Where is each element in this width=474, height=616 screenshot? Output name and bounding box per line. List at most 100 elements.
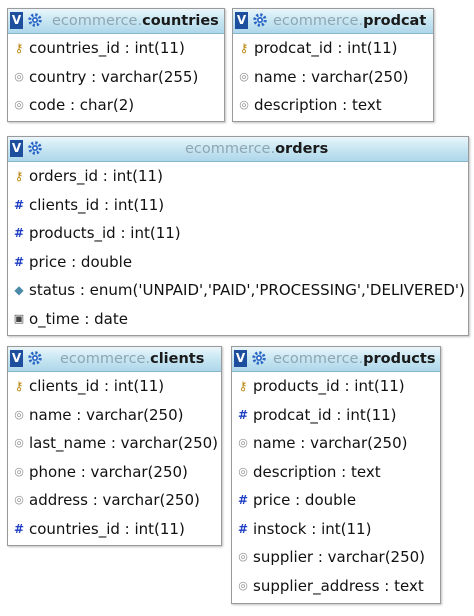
column-label: countries_id : int(11) — [29, 519, 185, 538]
date-field-icon: ▣ — [13, 311, 25, 325]
numeric-field-icon: # — [13, 197, 25, 212]
column-row[interactable]: ⚷ orders_id : int(11) — [8, 162, 468, 191]
column-row[interactable]: ◎ description : text — [232, 458, 440, 487]
table-header[interactable]: V ecommerce.clients — [8, 347, 221, 372]
column-list: ⚷ countries_id : int(11) ◎ country : varcha… — [8, 34, 224, 120]
text-field-icon: ◎ — [239, 69, 249, 83]
text-field-icon: ◎ — [238, 550, 248, 563]
table-orders[interactable]: V ecommerce.orders ⚷ orders_id : int(11) #… — [7, 136, 469, 336]
column-row[interactable]: ◎ phone : varchar(250) — [8, 458, 221, 487]
column-label: code : char(2) — [29, 96, 135, 114]
text-field-icon: ◎ — [14, 69, 24, 83]
table-header[interactable]: V ecommerce.countries — [8, 9, 224, 34]
numeric-field-icon: # — [237, 521, 249, 536]
toggle-columns-button[interactable]: V — [10, 12, 23, 29]
column-list: ⚷ clients_id : int(11) ◎ name : varchar(250… — [8, 372, 221, 543]
column-row[interactable]: # clients_id : int(11) — [8, 191, 468, 220]
gear-icon[interactable] — [27, 140, 43, 156]
table-title: ecommerce.orders — [185, 141, 329, 157]
text-field-icon: ◎ — [239, 98, 249, 111]
table-title: ecommerce.clients — [60, 351, 205, 367]
column-row[interactable]: ▣ o_time : date — [8, 305, 468, 334]
column-row[interactable]: ⚷ countries_id : int(11) — [8, 34, 224, 63]
column-label: status : enum('UNPAID','PAID','PROCESSIN… — [29, 281, 465, 299]
column-row[interactable]: ◎ name : varchar(250) — [233, 63, 433, 92]
column-row[interactable]: # instock : int(11) — [232, 515, 440, 544]
table-title: ecommerce.products — [273, 351, 436, 367]
column-label: instock : int(11) — [253, 519, 372, 538]
column-row[interactable]: ⚷ products_id : int(11) — [232, 372, 440, 401]
column-row[interactable]: ◎ name : varchar(250) — [232, 429, 440, 458]
column-row[interactable]: ◎ country : varchar(255) — [8, 63, 224, 92]
column-list: ⚷ orders_id : int(11) # clients_id : int(11… — [8, 162, 468, 333]
text-field-icon: ◎ — [238, 464, 248, 478]
column-label: country : varchar(255) — [29, 67, 199, 86]
column-label: phone : varchar(250) — [29, 462, 188, 481]
toggle-columns-button[interactable]: V — [234, 350, 247, 367]
table-header[interactable]: V ecommerce.orders — [8, 137, 468, 162]
column-label: prodcat_id : int(11) — [253, 405, 397, 424]
column-row[interactable]: # price : double — [8, 248, 468, 277]
text-field-icon: ◎ — [14, 493, 24, 506]
table-title: ecommerce.countries — [52, 13, 219, 29]
table-header[interactable]: V ecommerce.products — [232, 347, 440, 372]
column-label: orders_id : int(11) — [29, 167, 163, 185]
column-label: name : varchar(250) — [253, 434, 408, 452]
column-row[interactable]: ◎ description : text — [233, 91, 433, 120]
column-row[interactable]: # products_id : int(11) — [8, 219, 468, 248]
column-row[interactable]: ⚷ prodcat_id : int(11) — [233, 34, 433, 63]
column-label: description : text — [253, 462, 381, 481]
table-countries[interactable]: V ecommerce.countries ⚷ countries_id : in… — [7, 8, 225, 122]
column-list: ⚷ prodcat_id : int(11) ◎ name : varchar(250… — [233, 34, 433, 120]
column-row[interactable]: ◎ address : varchar(250) — [8, 486, 221, 515]
column-label: clients_id : int(11) — [29, 195, 165, 214]
text-field-icon: ◎ — [14, 464, 24, 478]
table-clients[interactable]: V ecommerce.clients ⚷ clients_id : int(11… — [7, 346, 222, 546]
key-icon: ⚷ — [238, 379, 248, 393]
numeric-field-icon: # — [13, 521, 25, 536]
table-prodcat[interactable]: V ecommerce.prodcat ⚷ prodcat_id : int(11… — [232, 8, 434, 122]
column-row[interactable]: # countries_id : int(11) — [8, 515, 221, 544]
key-icon: ⚷ — [14, 379, 24, 393]
text-field-icon: ◎ — [14, 407, 24, 421]
gear-icon[interactable] — [27, 12, 43, 28]
numeric-field-icon: # — [13, 254, 25, 269]
toggle-columns-button[interactable]: V — [10, 140, 23, 157]
column-label: supplier_address : text — [253, 576, 424, 595]
column-label: products_id : int(11) — [29, 224, 181, 242]
table-products[interactable]: V ecommerce.products ⚷ products_id : int(… — [231, 346, 441, 604]
column-row[interactable]: # prodcat_id : int(11) — [232, 401, 440, 430]
column-label: o_time : date — [29, 309, 128, 328]
numeric-field-icon: # — [13, 226, 25, 240]
key-icon: ⚷ — [239, 41, 249, 55]
column-label: products_id : int(11) — [253, 377, 405, 395]
gear-icon[interactable] — [252, 12, 268, 28]
table-header[interactable]: V ecommerce.prodcat — [233, 9, 433, 34]
column-row[interactable]: ◎ code : char(2) — [8, 91, 224, 120]
column-label: prodcat_id : int(11) — [254, 39, 398, 57]
text-field-icon: ◎ — [238, 436, 248, 449]
column-row[interactable]: ◎ last_name : varchar(250) — [8, 429, 221, 458]
toggle-columns-button[interactable]: V — [235, 12, 248, 29]
text-field-icon: ◎ — [14, 436, 24, 449]
text-field-icon: ◎ — [238, 578, 248, 592]
column-label: clients_id : int(11) — [29, 377, 165, 395]
column-label: description : text — [254, 96, 382, 114]
column-row[interactable]: ◎ name : varchar(250) — [8, 401, 221, 430]
column-row[interactable]: ◆ status : enum('UNPAID','PAID','PROCESSI… — [8, 276, 468, 305]
gear-icon[interactable] — [251, 350, 267, 366]
toggle-columns-button[interactable]: V — [10, 350, 23, 367]
column-label: supplier : varchar(250) — [253, 548, 426, 566]
column-row[interactable]: ◎ supplier : varchar(250) — [232, 543, 440, 572]
gear-icon[interactable] — [27, 350, 43, 366]
numeric-field-icon: # — [237, 407, 249, 422]
text-field-icon: ◎ — [14, 98, 24, 111]
key-icon: ⚷ — [14, 41, 24, 55]
column-row[interactable]: # price : double — [232, 486, 440, 515]
column-label: name : varchar(250) — [254, 67, 409, 86]
column-row[interactable]: ◎ supplier_address : text — [232, 572, 440, 601]
column-row[interactable]: ⚷ clients_id : int(11) — [8, 372, 221, 401]
column-label: price : double — [253, 491, 357, 509]
numeric-field-icon: # — [237, 493, 249, 507]
enum-field-icon: ◆ — [14, 283, 24, 297]
